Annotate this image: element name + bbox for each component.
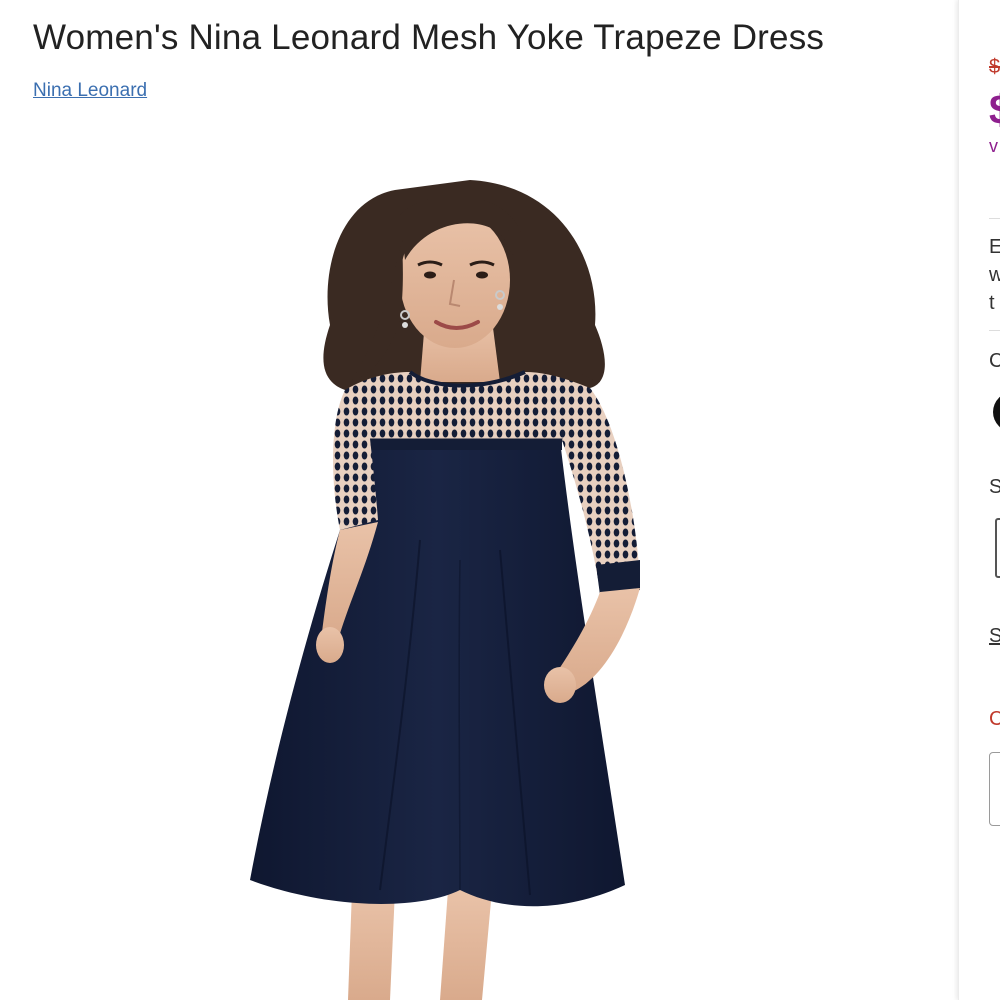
divider bbox=[989, 330, 1000, 331]
color-swatch[interactable] bbox=[993, 392, 1000, 432]
size-label: S bbox=[989, 476, 1000, 499]
quantity-selector[interactable] bbox=[989, 752, 1000, 826]
size-guide-link[interactable]: S bbox=[989, 625, 1000, 648]
brand-link[interactable]: Nina Leonard bbox=[33, 80, 147, 102]
description-line-3: t bbox=[989, 292, 995, 314]
price-note: v bbox=[989, 136, 998, 156]
description-line-1: E bbox=[989, 236, 1000, 259]
divider bbox=[989, 218, 1000, 219]
purchase-panel: $ $ v E w t C S S C bbox=[958, 0, 1000, 1000]
product-page: Women's Nina Leonard Mesh Yoke Trapeze D… bbox=[0, 0, 1000, 1000]
dress-model-photo bbox=[250, 180, 640, 1000]
original-price: $ bbox=[989, 56, 1000, 78]
product-title: Women's Nina Leonard Mesh Yoke Trapeze D… bbox=[33, 18, 825, 57]
product-image[interactable] bbox=[0, 120, 955, 1000]
availability-alert: C bbox=[989, 708, 1000, 731]
description-line-2: w bbox=[989, 264, 1000, 287]
sale-price: $ bbox=[989, 86, 1000, 134]
color-label: C bbox=[989, 350, 1000, 373]
size-option[interactable] bbox=[995, 518, 1000, 578]
